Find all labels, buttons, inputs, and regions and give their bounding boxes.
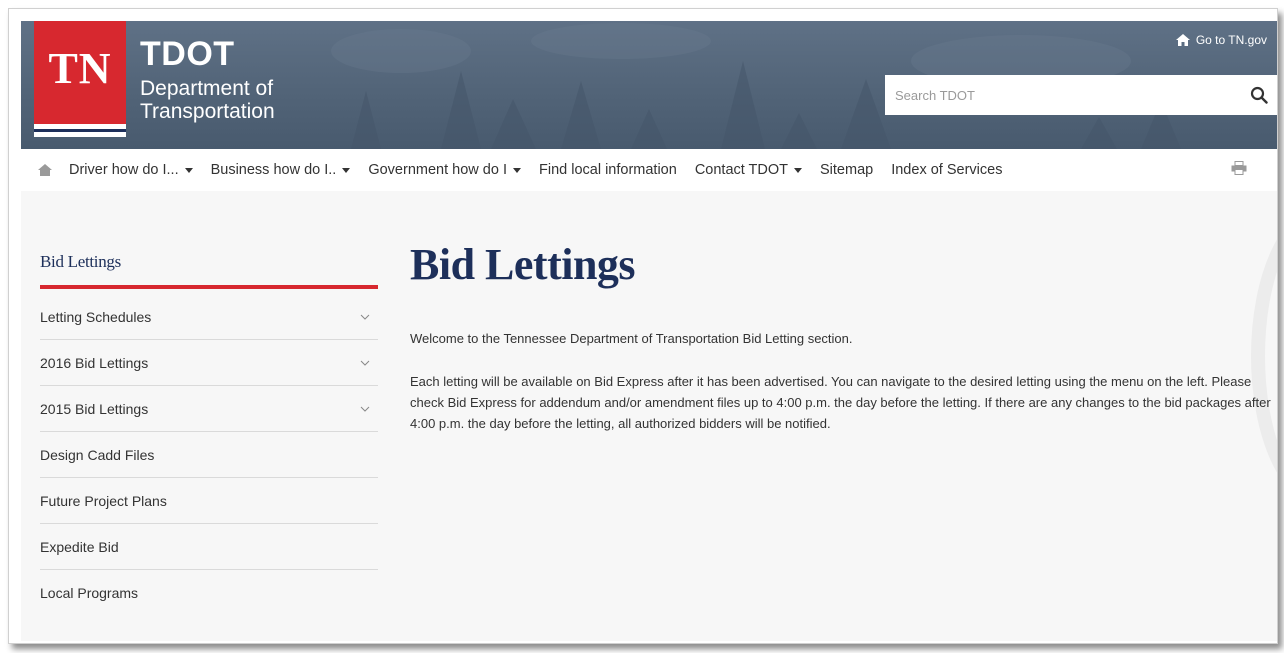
browser-viewport: TN TDOT Department of Transportation Go …	[21, 21, 1277, 641]
sidebar-item-expedite-bid[interactable]: Expedite Bid	[40, 524, 378, 570]
sidebar-item-future-project-plans[interactable]: Future Project Plans	[40, 478, 378, 524]
caret-down-icon	[512, 167, 521, 173]
site-header: TN TDOT Department of Transportation Go …	[21, 21, 1277, 149]
print-button[interactable]	[1231, 161, 1247, 179]
nav-sitemap[interactable]: Sitemap	[820, 162, 873, 178]
main-nav: Driver how do I... Business how do I.. G…	[21, 149, 1277, 191]
search-icon	[1250, 86, 1268, 104]
logo-stripes	[34, 124, 126, 141]
nav-index-services[interactable]: Index of Services	[891, 162, 1002, 178]
nav-local-info[interactable]: Find local information	[539, 162, 677, 178]
search-box	[885, 75, 1277, 115]
caret-down-icon	[342, 167, 351, 173]
caret-down-icon	[184, 167, 193, 173]
details-paragraph: Each letting will be available on Bid Ex…	[410, 374, 1271, 431]
intro-paragraph: Welcome to the Tennessee Department of T…	[410, 331, 853, 346]
sidebar-item-2015-bid-lettings[interactable]: 2015 Bid Lettings	[40, 386, 378, 432]
nav-home[interactable]	[21, 164, 69, 176]
decorative-ring	[1251, 206, 1277, 506]
goto-tn-label: Go to TN.gov	[1195, 33, 1267, 47]
search-input[interactable]	[885, 75, 1241, 115]
sidebar-menu: Letting Schedules 2016 Bid Lettings 2015…	[40, 294, 378, 616]
home-icon	[1175, 34, 1190, 46]
sidebar-item-design-cadd-files[interactable]: Design Cadd Files	[40, 432, 378, 478]
caret-down-icon	[794, 167, 803, 173]
screenshot-frame: TN TDOT Department of Transportation Go …	[8, 8, 1278, 644]
goto-tn-link[interactable]: Go to TN.gov	[1175, 33, 1267, 47]
sidebar-title: Bid Lettings	[40, 252, 121, 271]
nav-contact[interactable]: Contact TDOT	[695, 162, 803, 178]
chevron-down-icon[interactable]	[360, 360, 370, 366]
brand-name[interactable]: TDOT	[140, 35, 235, 74]
chevron-down-icon[interactable]	[360, 406, 370, 412]
sidebar-divider	[40, 285, 378, 289]
logo-mark: TN	[48, 44, 112, 93]
brand-subtitle[interactable]: Department of Transportation	[140, 77, 320, 123]
tn-logo[interactable]: TN	[34, 21, 126, 124]
nav-government[interactable]: Government how do I	[368, 162, 521, 178]
sidebar-item-2016-bid-lettings[interactable]: 2016 Bid Lettings	[40, 340, 378, 386]
search-button[interactable]	[1241, 75, 1277, 115]
print-icon	[1231, 161, 1247, 175]
sidebar-item-local-programs[interactable]: Local Programs	[40, 570, 378, 616]
nav-driver[interactable]: Driver how do I...	[69, 162, 193, 178]
sidebar-item-letting-schedules[interactable]: Letting Schedules	[40, 294, 378, 340]
nav-business[interactable]: Business how do I..	[211, 162, 351, 178]
home-icon	[38, 164, 52, 176]
chevron-down-icon[interactable]	[360, 314, 370, 320]
page-title: Bid Lettings	[410, 240, 636, 289]
